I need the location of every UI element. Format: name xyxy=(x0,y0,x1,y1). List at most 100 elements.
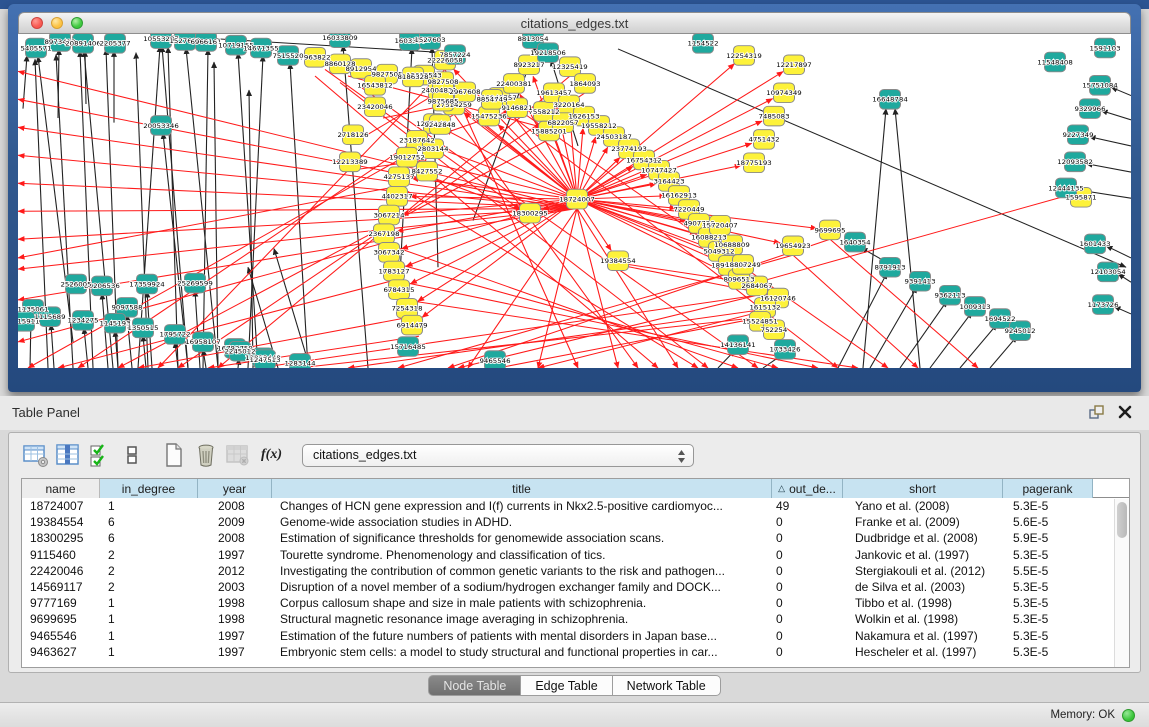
table-cell[interactable]: 2012 xyxy=(198,563,272,579)
table-cell[interactable]: 9465546 xyxy=(22,628,100,644)
column-header-short[interactable]: short xyxy=(843,479,1003,498)
table-cell[interactable]: Embryonic stem cells: a model to study s… xyxy=(272,644,772,660)
graph-edge[interactable] xyxy=(186,48,218,368)
table-cell[interactable]: 0 xyxy=(772,579,843,595)
table-cell[interactable]: Disruption of a novel member of a sodium… xyxy=(272,579,772,595)
row-height-icon[interactable] xyxy=(119,442,145,468)
table-cell[interactable]: 2008 xyxy=(198,498,272,514)
table-cell[interactable]: 5.3E-5 xyxy=(1003,547,1093,563)
table-cell[interactable]: de Silva et al. (2003) xyxy=(843,579,1003,595)
graph-edge[interactable] xyxy=(28,150,417,368)
new-document-icon[interactable] xyxy=(161,442,187,468)
table-cell[interactable]: 5.3E-5 xyxy=(1003,628,1093,644)
table-cell[interactable]: 1 xyxy=(100,611,198,627)
window-titlebar[interactable]: citations_edges.txt xyxy=(18,12,1131,34)
table-cell[interactable]: 2 xyxy=(100,563,198,579)
graph-edge[interactable] xyxy=(18,208,577,211)
table-cell[interactable]: Dudbridge et al. (2008) xyxy=(843,530,1003,546)
table-cell[interactable]: Hescheler et al. (1997) xyxy=(843,644,1003,660)
table-cell[interactable]: 0 xyxy=(772,595,843,611)
network-canvas[interactable]: 1872400722226058180125432400483127514259… xyxy=(18,34,1131,368)
column-chooser-icon[interactable] xyxy=(55,442,81,468)
table-cell[interactable]: 1998 xyxy=(198,595,272,611)
graph-edge[interactable] xyxy=(168,47,178,368)
table-cell[interactable]: Genome-wide association studies in ADHD. xyxy=(272,514,772,530)
table-cell[interactable]: Tourette syndrome. Phenomenology and cla… xyxy=(272,547,772,563)
graph-edge[interactable] xyxy=(18,208,577,269)
node-table[interactable]: namein_degreeyeartitle△out_de...shortpag… xyxy=(21,478,1130,668)
graph-edge[interactable] xyxy=(838,273,887,368)
table-cell[interactable]: 5.3E-5 xyxy=(1003,579,1093,595)
table-cell[interactable]: 2009 xyxy=(198,514,272,530)
table-cell[interactable]: 0 xyxy=(772,563,843,579)
table-row[interactable]: 1872400712008Changes of HCN gene express… xyxy=(22,498,1129,514)
float-window-icon[interactable] xyxy=(1088,404,1105,421)
table-cell[interactable]: 1 xyxy=(100,644,198,660)
table-cell[interactable]: 5.9E-5 xyxy=(1003,530,1093,546)
network-graph[interactable]: 1872400722226058180125432400483127514259… xyxy=(18,34,1131,368)
column-header-out_de[interactable]: △out_de... xyxy=(772,479,843,498)
table-cell[interactable]: 0 xyxy=(772,547,843,563)
table-cell[interactable]: 5.5E-5 xyxy=(1003,563,1093,579)
table-cell[interactable]: 1997 xyxy=(198,644,272,660)
table-cell[interactable]: 2 xyxy=(100,579,198,595)
table-body[interactable]: 1872400712008Changes of HCN gene express… xyxy=(22,498,1129,660)
table-cell[interactable]: 6 xyxy=(100,514,198,530)
tab-network-table[interactable]: Network Table xyxy=(613,675,721,696)
table-cell[interactable]: Changes of HCN gene expression and I(f) … xyxy=(272,498,772,514)
column-header-name[interactable]: name xyxy=(22,479,100,498)
graph-edge[interactable] xyxy=(1089,137,1131,146)
table-cell[interactable]: 5.3E-5 xyxy=(1003,611,1093,627)
table-cell[interactable]: Stergiakouli et al. (2012) xyxy=(843,563,1003,579)
table-cell[interactable]: 9699695 xyxy=(22,611,100,627)
graph-edge[interactable] xyxy=(930,312,972,368)
table-cell[interactable]: 1998 xyxy=(198,611,272,627)
graph-edge[interactable] xyxy=(870,287,917,368)
table-cell[interactable]: 0 xyxy=(772,514,843,530)
table-cell[interactable]: 18724007 xyxy=(22,498,100,514)
graph-edge[interactable] xyxy=(214,62,218,368)
table-cell[interactable]: 0 xyxy=(772,644,843,660)
table-row[interactable]: 1938455462009Genome-wide association stu… xyxy=(22,514,1129,530)
table-row[interactable]: 1456911722003Disruption of a novel membe… xyxy=(22,579,1129,595)
table-cell[interactable]: Nakamura et al. (1997) xyxy=(843,628,1003,644)
graph-edge[interactable] xyxy=(410,197,577,200)
graph-edge[interactable] xyxy=(162,46,188,368)
table-row[interactable]: 977716911998Corpus callosum shape and si… xyxy=(22,595,1129,611)
table-cell[interactable]: 1 xyxy=(100,498,198,514)
tab-edge-table[interactable]: Edge Table xyxy=(521,675,612,696)
table-cell[interactable]: 0 xyxy=(772,611,843,627)
close-icon[interactable] xyxy=(1117,404,1133,420)
graph-edge[interactable] xyxy=(410,199,577,284)
table-cell[interactable]: Corpus callosum shape and size in male p… xyxy=(272,595,772,611)
function-builder-icon[interactable]: f(x) xyxy=(261,447,282,463)
table-selector-dropdown[interactable]: citations_edges.txt xyxy=(302,444,694,467)
table-row[interactable]: 946362711997Embryonic stem cells: a mode… xyxy=(22,644,1129,660)
table-cell[interactable]: 18300295 xyxy=(22,530,100,546)
delete-icon[interactable] xyxy=(193,442,219,468)
table-cell[interactable]: 0 xyxy=(772,628,843,644)
table-cell[interactable]: 1 xyxy=(100,595,198,611)
table-cell[interactable]: 0 xyxy=(772,530,843,546)
table-cell[interactable]: 5.3E-5 xyxy=(1003,498,1093,514)
table-settings-icon[interactable] xyxy=(23,442,49,468)
table-cell[interactable]: Estimation of significance thresholds fo… xyxy=(272,530,772,546)
table-cell[interactable]: Tibbo et al. (1998) xyxy=(843,595,1003,611)
table-row[interactable]: 946554611997Estimation of the future num… xyxy=(22,628,1129,644)
table-cell[interactable]: 9463627 xyxy=(22,644,100,660)
graph-edge[interactable] xyxy=(18,208,577,239)
graph-edge[interactable] xyxy=(51,324,54,368)
select-rows-icon[interactable] xyxy=(87,442,113,468)
table-cell[interactable]: Wolkin et al. (1998) xyxy=(843,611,1003,627)
table-row[interactable]: 911546021997Tourette syndrome. Phenomeno… xyxy=(22,547,1129,563)
column-header-title[interactable]: title xyxy=(272,479,772,498)
table-cell[interactable]: 9115460 xyxy=(22,547,100,563)
column-header-pagerank[interactable]: pagerank xyxy=(1003,479,1093,498)
table-cell[interactable]: 9777169 xyxy=(22,595,100,611)
table-cell[interactable]: Yano et al. (2008) xyxy=(843,498,1003,514)
scrollbar-thumb[interactable] xyxy=(1117,502,1127,538)
column-header-in_degree[interactable]: in_degree xyxy=(100,479,198,498)
table-row[interactable]: 2242004622012Investigating the contribut… xyxy=(22,563,1129,579)
table-cell[interactable]: 22420046 xyxy=(22,563,100,579)
table-cell[interactable]: 14569117 xyxy=(22,579,100,595)
